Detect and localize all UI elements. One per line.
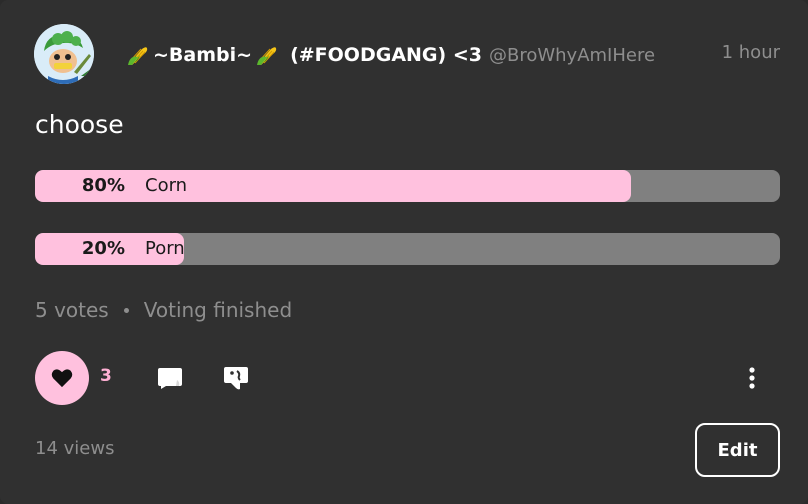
avatar-image — [34, 24, 94, 84]
poll-meta: 5 votes Voting finished — [35, 298, 292, 322]
post-header: ~Bambi~ (#FOODGANG) <3 @BroWhyAmIHere — [126, 40, 655, 70]
separator-dot — [123, 307, 129, 313]
share-button[interactable] — [221, 363, 251, 393]
author-name[interactable]: ~Bambi~ (#FOODGANG) <3 — [126, 43, 482, 67]
corn-icon — [128, 47, 148, 65]
share-icon — [224, 367, 248, 390]
like-button[interactable] — [35, 351, 89, 405]
post-text: choose — [35, 110, 124, 139]
poll-option-label: Corn — [145, 175, 188, 196]
poll-option-porn: 20% Porn — [35, 233, 780, 265]
poll-status: Voting finished — [143, 298, 293, 322]
edit-button[interactable]: Edit — [695, 423, 780, 477]
avatar[interactable] — [34, 24, 94, 84]
more-options-button[interactable] — [737, 363, 767, 393]
poll-option-corn: 80% Corn — [35, 170, 780, 202]
post-time[interactable]: 1 hour — [722, 42, 780, 63]
author-name-text: ~Bambi~ — [153, 44, 253, 66]
author-name-suffix: (#FOODGANG) <3 — [290, 44, 482, 66]
view-count: 14 views — [35, 438, 115, 459]
poll-option-percent: 20% — [81, 238, 125, 259]
more-vertical-icon — [749, 367, 755, 389]
vote-count: 5 votes — [35, 298, 109, 322]
comment-bubble-icon — [158, 368, 182, 389]
poll-option-label: Porn — [145, 238, 185, 259]
poll-option-percent: 80% — [81, 175, 125, 196]
author-handle[interactable]: @BroWhyAmIHere — [489, 45, 655, 66]
like-count[interactable]: 3 — [100, 366, 112, 386]
post-card: ~Bambi~ (#FOODGANG) <3 @BroWhyAmIHere 1 … — [0, 0, 808, 504]
heart-icon — [51, 369, 73, 388]
corn-icon — [257, 47, 277, 65]
comment-button[interactable] — [155, 363, 185, 393]
